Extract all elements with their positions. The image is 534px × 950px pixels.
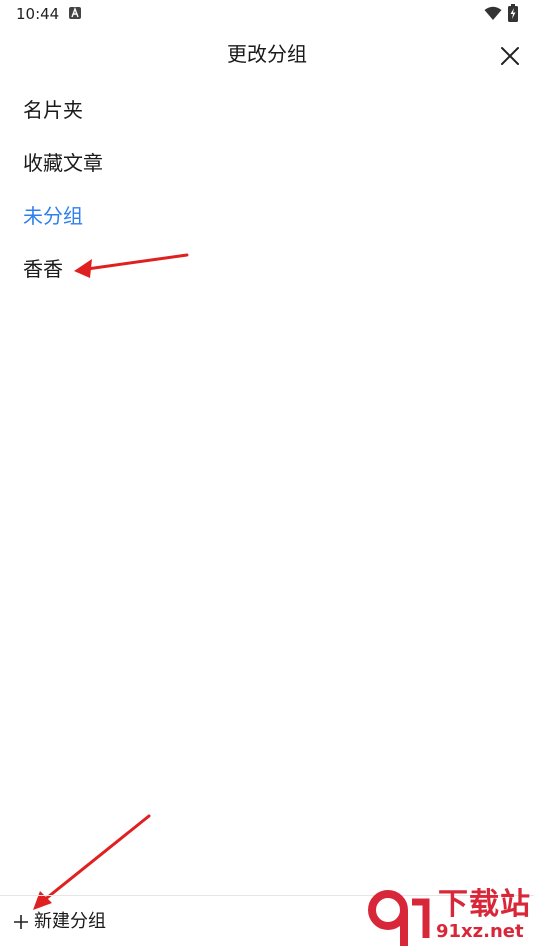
battery-charging-icon [508,4,518,26]
page-title: 更改分组 [227,42,307,66]
watermark: 下载站 91xz.net [366,888,534,950]
group-item-mingpianjia[interactable]: 名片夹 [0,84,534,137]
group-item-label: 名片夹 [23,98,83,122]
watermark-url: 91xz.net [436,921,524,942]
new-group-label: 新建分组 [34,911,106,932]
close-icon [501,47,519,65]
group-item-shoucang-wenzhang[interactable]: 收藏文章 [0,137,534,190]
status-bar: 10:44 [0,0,534,28]
dialog-header: 更改分组 [0,28,534,80]
group-item-weifenzu[interactable]: 未分组 [0,190,534,243]
group-item-xiangxiang[interactable]: 香香 [0,243,534,296]
wifi-icon [484,6,502,25]
group-item-label: 香香 [23,257,63,281]
plus-icon [14,915,28,929]
new-group-button[interactable]: 新建分组 [12,906,106,938]
close-button[interactable] [494,40,526,72]
watermark-title: 下载站 [438,887,531,922]
group-item-label: 未分组 [23,204,83,228]
notification-a-icon [69,7,81,19]
watermark-logo-icon [368,890,430,946]
group-item-label: 收藏文章 [23,151,103,175]
group-list: 名片夹 收藏文章 未分组 香香 [0,84,534,296]
status-time: 10:44 [16,5,60,23]
